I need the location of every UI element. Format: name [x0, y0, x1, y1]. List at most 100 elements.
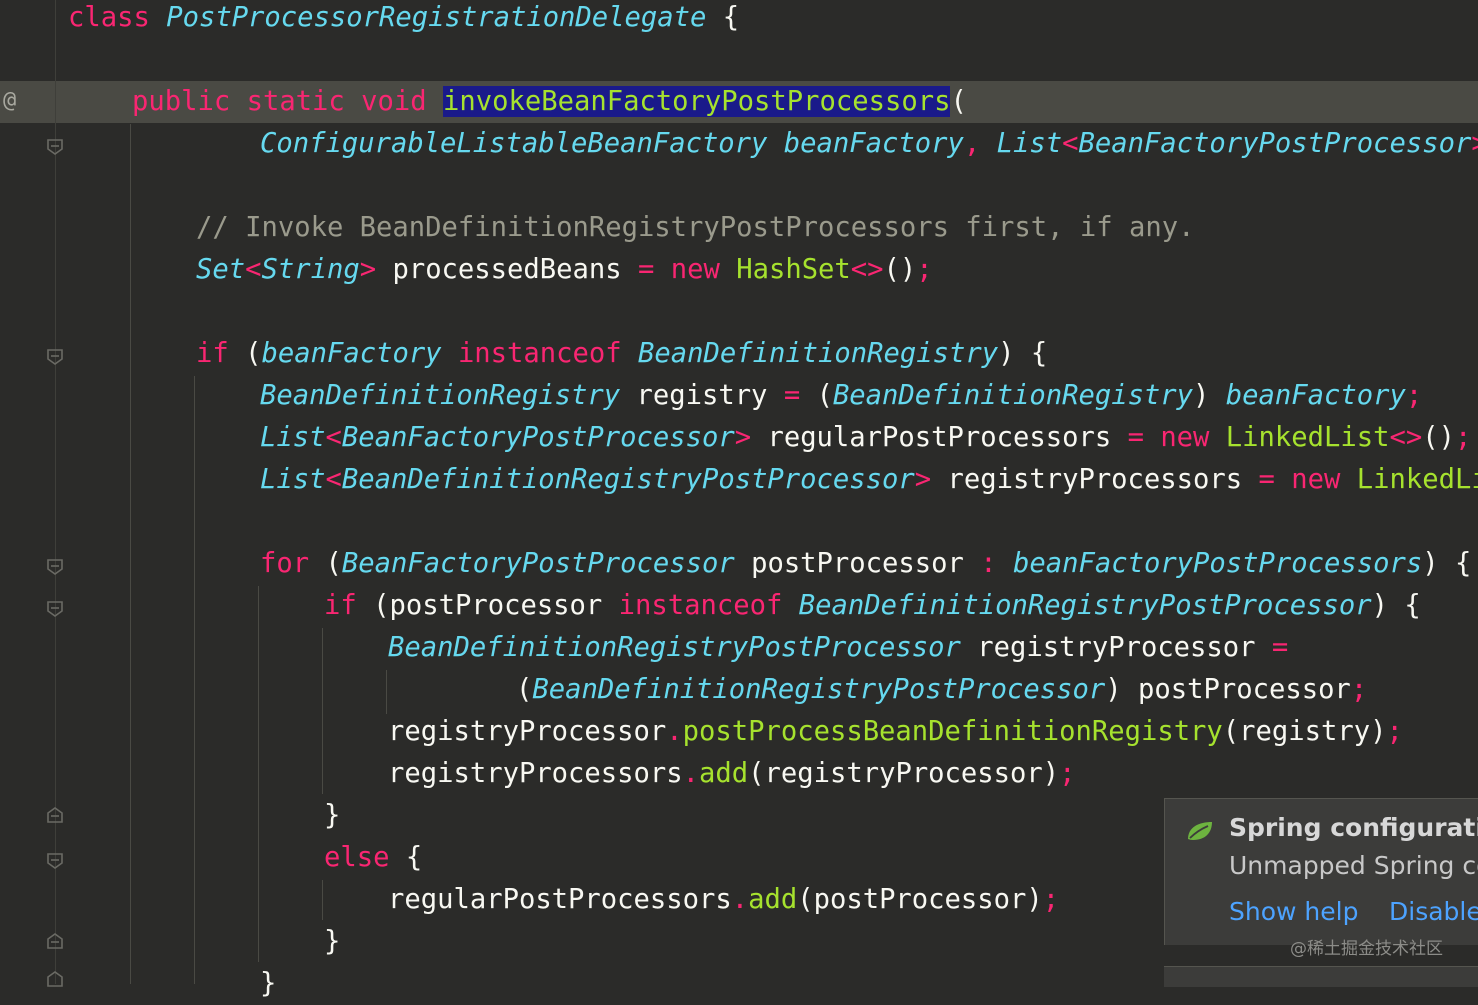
- code-line-for: for (BeanFactoryPostProcessor postProces…: [260, 548, 1472, 579]
- notification-title: Spring configuratio: [1229, 813, 1478, 842]
- code-line-decl: BeanDefinitionRegistryPostProcessor regi…: [388, 632, 1289, 663]
- code-line-close-brace: }: [324, 800, 341, 831]
- code-line-set: Set<String> processedBeans = new HashSet…: [196, 254, 933, 285]
- code-line-regular: List<BeanFactoryPostProcessor> regularPo…: [260, 422, 1472, 453]
- code-line-registry-processors: List<BeanDefinitionRegistryPostProcessor…: [260, 459, 1478, 501]
- cast-type: BeanDefinitionRegistry: [832, 380, 1194, 411]
- if-keyword: if: [324, 590, 357, 621]
- argument: postProcessor: [813, 884, 1027, 915]
- param-type: List: [996, 128, 1063, 159]
- variable: registry: [636, 380, 768, 411]
- spring-config-notification[interactable]: Spring configuratio Unmapped Spring co S…: [1164, 798, 1478, 945]
- indent-guide: [258, 586, 259, 962]
- method-call: add: [748, 884, 798, 915]
- brace: {: [722, 2, 740, 33]
- fold-start-icon[interactable]: [46, 348, 64, 366]
- variable: regularPostProcessors: [388, 884, 732, 915]
- method-modifiers: public static void: [132, 86, 427, 117]
- param-type: ConfigurableListableBeanFactory: [260, 128, 768, 159]
- generic-type: BeanDefinitionRegistryPostProcessor: [341, 464, 915, 495]
- generic-type: String: [261, 254, 360, 285]
- code-line-if: if (beanFactory instanceof BeanDefinitio…: [196, 338, 1048, 369]
- colon: :: [980, 548, 997, 579]
- type: BeanDefinitionRegistryPostProcessor: [798, 590, 1372, 621]
- fold-start-icon[interactable]: [46, 558, 64, 576]
- variable: beanFactory: [261, 338, 442, 369]
- type: BeanFactoryPostProcessor: [341, 548, 735, 579]
- method-call: add: [699, 758, 749, 789]
- type: BeanDefinitionRegistry: [638, 338, 999, 369]
- fold-start-icon[interactable]: [46, 852, 64, 870]
- param-name: beanFactory: [783, 128, 964, 159]
- variable: postProcessor: [389, 590, 603, 621]
- type: List: [260, 464, 326, 495]
- argument: registry: [1239, 716, 1371, 747]
- method-name-selected[interactable]: invokeBeanFactoryPostProcessors: [443, 86, 951, 117]
- instanceof-keyword: instanceof: [457, 338, 622, 369]
- instanceof-keyword: instanceof: [618, 590, 783, 621]
- fold-end-icon[interactable]: [46, 970, 64, 988]
- generic-type: BeanFactoryPostProcessor: [341, 422, 735, 453]
- constructor: LinkedLis: [1356, 464, 1478, 495]
- new-keyword: new: [1291, 464, 1341, 495]
- code-line-cast: (BeanDefinitionRegistryPostProcessor) po…: [516, 674, 1368, 705]
- fold-end-icon[interactable]: [46, 806, 64, 824]
- new-keyword: new: [1160, 422, 1210, 453]
- code-line-call: regularPostProcessors.add(postProcessor)…: [388, 884, 1060, 915]
- argument: registryProcessor: [764, 758, 1043, 789]
- type: List: [260, 422, 326, 453]
- variable: registryProcessors: [388, 758, 683, 789]
- new-keyword: new: [670, 254, 720, 285]
- code-line-call: registryProcessor.postProcessBeanDefinit…: [388, 716, 1403, 747]
- generic-type: BeanFactoryPostProcessor: [1078, 128, 1472, 159]
- override-gutter-icon[interactable]: @: [3, 88, 16, 113]
- code-line-class-decl: class PostProcessorRegistrationDelegate …: [68, 0, 739, 39]
- variable: beanFactoryPostProcessors: [1013, 548, 1423, 579]
- variable: registryProcessors: [947, 464, 1243, 495]
- variable: beanFactory: [1225, 380, 1406, 411]
- indent-guide: [386, 670, 387, 714]
- code-line-if-instanceof: if (postProcessor instanceof BeanDefinit…: [324, 590, 1421, 621]
- indent-guide: [322, 880, 323, 920]
- notification-body: Unmapped Spring co: [1229, 851, 1478, 880]
- variable: registryProcessor: [977, 632, 1256, 663]
- variable: postProcessor: [1138, 674, 1351, 705]
- disable-link[interactable]: Disable: [1389, 897, 1478, 926]
- spring-leaf-icon: [1188, 822, 1212, 840]
- show-help-link[interactable]: Show help: [1229, 897, 1358, 926]
- fold-start-icon[interactable]: [46, 600, 64, 618]
- indent-guide: [194, 376, 195, 984]
- class-name: PostProcessorRegistrationDelegate: [166, 2, 707, 33]
- variable: registryProcessor: [388, 716, 667, 747]
- else-keyword: else: [324, 842, 390, 873]
- indent-guide: [322, 628, 323, 794]
- paren: (: [950, 86, 967, 117]
- code-line-close-brace: }: [260, 968, 277, 999]
- comma: ,: [963, 128, 981, 159]
- comment: // Invoke BeanDefinitionRegistryPostProc…: [196, 212, 1195, 243]
- code-line-registry: BeanDefinitionRegistry registry = (BeanD…: [260, 380, 1423, 411]
- type: BeanDefinitionRegistryPostProcessor: [388, 632, 961, 663]
- for-keyword: for: [260, 548, 310, 579]
- class-keyword: class: [68, 2, 150, 33]
- type: BeanDefinitionRegistry: [260, 380, 621, 411]
- indent-guide: [130, 124, 131, 984]
- code-line-call: registryProcessors.add(registryProcessor…: [388, 758, 1076, 789]
- code-line-else: else {: [324, 842, 423, 873]
- fold-start-icon[interactable]: [46, 138, 64, 156]
- variable: processedBeans: [392, 254, 622, 285]
- if-keyword: if: [196, 338, 229, 369]
- cast-type: BeanDefinitionRegistryPostProcessor: [532, 674, 1106, 705]
- fold-end-icon[interactable]: [46, 932, 64, 950]
- code-line-close-brace: }: [324, 926, 341, 957]
- method-call: postProcessBeanDefinitionRegistry: [682, 716, 1223, 747]
- code-line-comment: // Invoke BeanDefinitionRegistryPostProc…: [196, 207, 1194, 249]
- variable: regularPostProcessors: [767, 422, 1112, 453]
- constructor: HashSet: [736, 254, 851, 285]
- constructor: LinkedList: [1225, 422, 1390, 453]
- code-line-params: ConfigurableListableBeanFactory beanFact…: [260, 128, 1478, 159]
- variable: postProcessor: [751, 548, 964, 579]
- code-line-method-signature: public static void invokeBeanFactoryPost…: [132, 81, 967, 123]
- watermark: @稀土掘金技术社区: [1290, 939, 1443, 959]
- type: Set: [196, 254, 246, 285]
